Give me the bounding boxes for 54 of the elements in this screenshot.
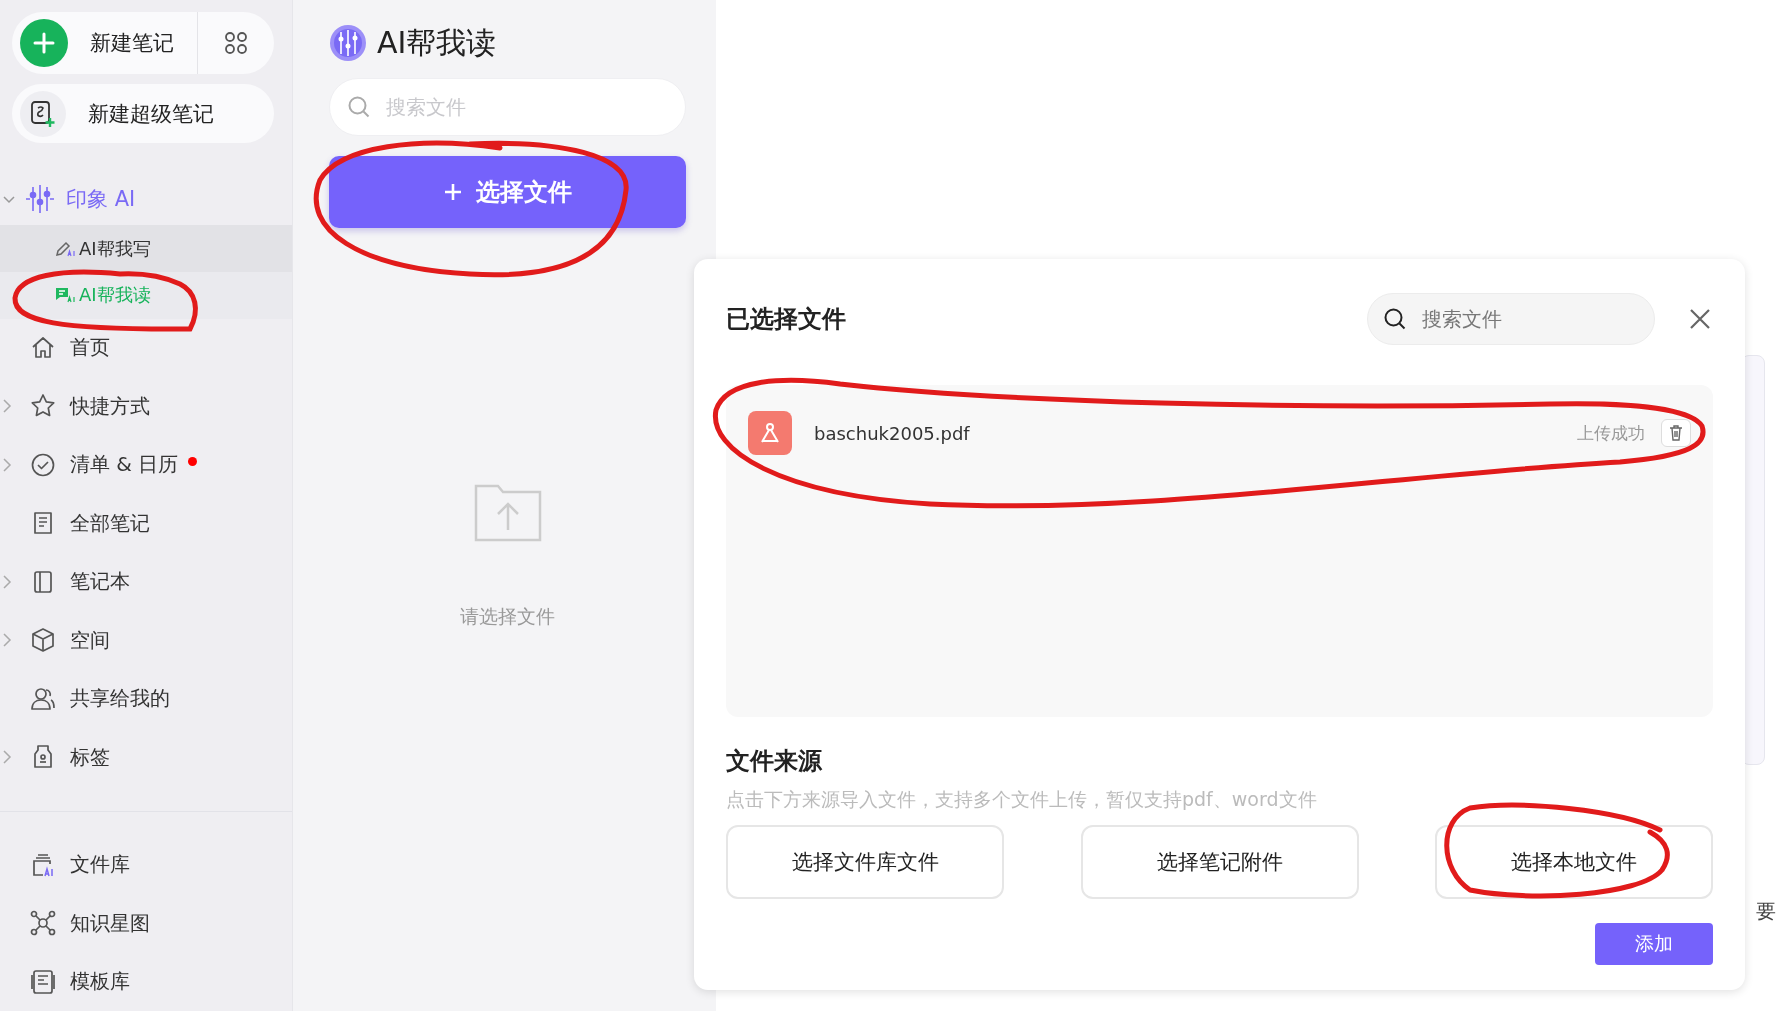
chevron-right-icon[interactable] (2, 456, 12, 473)
empty-state-text: 请选择文件 (460, 604, 555, 629)
add-button[interactable]: 添加 (1595, 923, 1713, 965)
plus-icon (20, 19, 68, 67)
file-name: baschuk2005.pdf (814, 422, 970, 444)
grid-icon[interactable] (224, 31, 248, 55)
person-icon (30, 685, 56, 712)
source-button[interactable]: 选择本地文件 (1435, 825, 1713, 899)
upload-status: 上传成功 (1577, 421, 1645, 445)
sidebar-item[interactable]: 模板库 (0, 952, 292, 1011)
sidebar-item[interactable]: 文件库 (0, 835, 292, 894)
cube-icon (30, 627, 56, 654)
search-field[interactable]: 搜索文件 (1367, 293, 1655, 345)
source-button[interactable]: 选择文件库文件 (726, 825, 1004, 899)
sidebar-item[interactable]: 知识星图 (0, 894, 292, 953)
sidebar-item[interactable]: 空间 (0, 611, 292, 670)
delete-button[interactable] (1661, 419, 1691, 447)
chevron-right-icon[interactable] (2, 573, 12, 590)
source-button[interactable]: 选择笔记附件 (1080, 825, 1359, 899)
plus-icon (443, 183, 462, 201)
chevron-right-icon[interactable] (2, 632, 12, 649)
chevron-right-icon[interactable] (2, 398, 12, 415)
panel-title: AI帮我读 (377, 23, 497, 62)
sidebar-item[interactable]: 清单 & 日历 (0, 435, 292, 495)
chevron-right-icon[interactable] (2, 749, 12, 766)
select-file-button[interactable]: 选择文件 (329, 156, 686, 228)
home-icon (30, 334, 56, 361)
search-icon (347, 95, 371, 119)
sidebar-item[interactable]: 全部笔记 (0, 494, 292, 553)
ai-logo-icon (329, 24, 367, 62)
check-icon (30, 451, 56, 478)
new-note-button[interactable]: 新建笔记 (12, 12, 274, 74)
notification-dot (188, 457, 198, 467)
dialog-title: 已选择文件 (726, 304, 846, 335)
sidebar-item[interactable]: 笔记本 (0, 552, 292, 612)
section-title: 文件来源 (726, 746, 823, 777)
sidebar-subitem[interactable]: AI帮我写 (0, 225, 292, 272)
close-icon[interactable] (1689, 308, 1711, 330)
sidebar-item[interactable]: 标签 (0, 728, 292, 787)
background-text: 要 (1756, 898, 1776, 925)
template-icon (30, 968, 56, 995)
pdf-icon (748, 411, 792, 455)
sidebar-item[interactable]: 快捷方式 (0, 377, 292, 436)
sidebar-item[interactable]: 共享给我的 (0, 669, 292, 729)
chat-icon (54, 286, 76, 305)
sidebar-item[interactable]: 首页 (0, 318, 292, 378)
new-super-note-button[interactable]: 新建超级笔记 (12, 84, 274, 144)
search-icon (1383, 307, 1407, 331)
graph-icon (30, 910, 56, 937)
library-icon (30, 851, 56, 878)
hint-text: 点击下方来源导入文件，支持多个文件上传，暂仅支持pdf、word文件 (726, 787, 1318, 812)
pen-icon (54, 239, 76, 258)
super-note-icon (20, 90, 66, 137)
trash-icon (1669, 425, 1683, 441)
